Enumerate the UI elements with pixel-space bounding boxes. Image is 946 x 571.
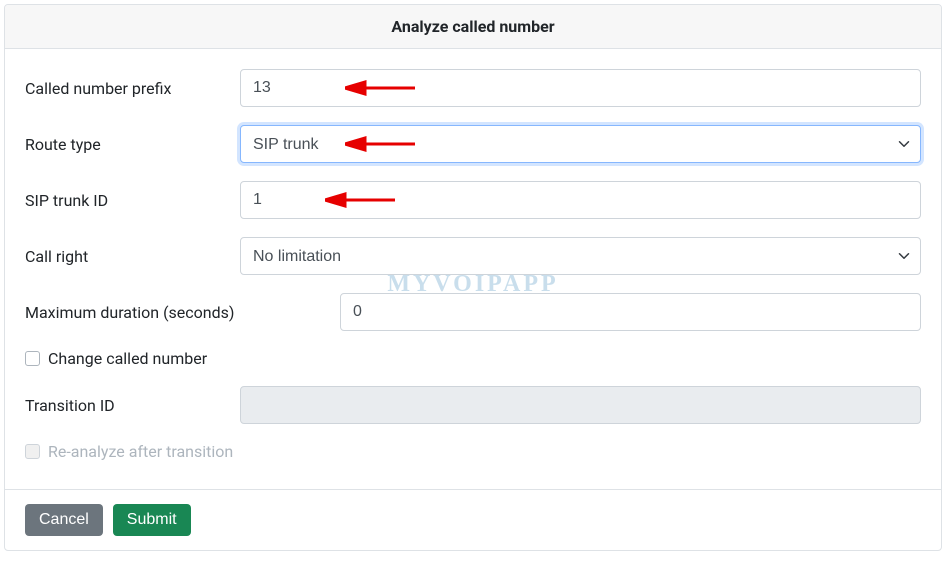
label-reanalyze: Re-analyze after transition <box>48 442 233 461</box>
label-sip-trunk-id: SIP trunk ID <box>25 191 240 210</box>
analyze-called-number-panel: Analyze called number MYVOIPAPP Called n… <box>4 4 942 551</box>
label-max-duration: Maximum duration (seconds) <box>25 303 340 322</box>
panel-body: MYVOIPAPP Called number prefix Route typ… <box>5 49 941 489</box>
label-route-type: Route type <box>25 135 240 154</box>
panel-footer: Cancel Submit <box>5 489 941 550</box>
row-transition-id: Transition ID <box>25 386 921 424</box>
label-change-called-number: Change called number <box>48 349 207 368</box>
panel-title: Analyze called number <box>5 5 941 49</box>
cancel-button[interactable]: Cancel <box>25 504 103 536</box>
row-route-type: Route type SIP trunk <box>25 125 921 163</box>
checkbox-change-called-number[interactable] <box>25 351 40 366</box>
input-sip-trunk-id[interactable] <box>240 181 921 219</box>
row-call-right: Call right No limitation <box>25 237 921 275</box>
row-reanalyze: Re-analyze after transition <box>25 442 921 461</box>
input-transition-id <box>240 386 921 424</box>
checkbox-reanalyze <box>25 444 40 459</box>
select-call-right[interactable]: No limitation <box>240 237 921 275</box>
row-max-duration: Maximum duration (seconds) <box>25 293 921 331</box>
input-max-duration[interactable] <box>340 293 921 331</box>
row-called-number-prefix: Called number prefix <box>25 69 921 107</box>
input-called-number-prefix[interactable] <box>240 69 921 107</box>
row-sip-trunk-id: SIP trunk ID <box>25 181 921 219</box>
label-called-number-prefix: Called number prefix <box>25 79 240 98</box>
label-transition-id: Transition ID <box>25 396 240 415</box>
submit-button[interactable]: Submit <box>113 504 191 536</box>
select-route-type[interactable]: SIP trunk <box>240 125 921 163</box>
label-call-right: Call right <box>25 247 240 266</box>
row-change-called-number: Change called number <box>25 349 921 368</box>
